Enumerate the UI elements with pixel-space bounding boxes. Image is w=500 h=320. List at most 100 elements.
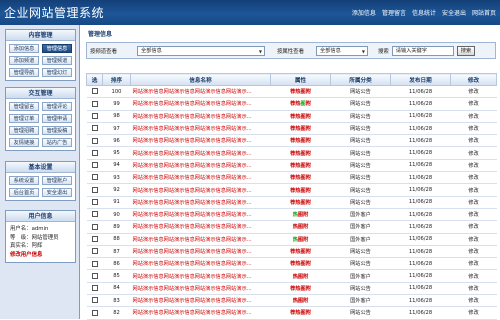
attribute-flag[interactable]: 附 [306, 286, 311, 292]
title-link[interactable]: 网站演示信息网站演示信息网站演示信息网站演示... [130, 282, 271, 296]
attribute-flag[interactable]: 附 [306, 101, 311, 107]
attribute-flag[interactable]: 附 [306, 188, 311, 194]
nav-manage-messages[interactable]: 管理留言 [382, 8, 406, 17]
attribute-flag[interactable]: 附 [306, 151, 311, 157]
channel-select[interactable]: 全部信息 [137, 45, 265, 56]
sidebar-item-button[interactable]: 系统设置 [9, 176, 39, 185]
sidebar-item-button[interactable]: 管理招聘 [9, 126, 39, 135]
title-link[interactable]: 网站演示信息网站演示信息网站演示信息网站演示... [130, 183, 271, 197]
sidebar-item-button[interactable]: 管理幻灯 [42, 68, 72, 77]
title-link[interactable]: 网站演示信息网站演示信息网站演示信息网站演示... [130, 233, 271, 246]
sidebar-item-button[interactable]: 管理导航 [9, 68, 39, 77]
edit-link[interactable]: 修改 [450, 171, 497, 185]
row-checkbox[interactable] [91, 137, 98, 144]
edit-link[interactable]: 修改 [450, 245, 497, 259]
edit-link[interactable]: 修改 [450, 97, 497, 111]
attribute-select[interactable]: 全部信息 [316, 45, 368, 56]
title-link[interactable]: 网站演示信息网站演示信息网站演示信息网站演示... [130, 269, 271, 283]
row-checkbox[interactable] [91, 285, 98, 292]
edit-link[interactable]: 修改 [450, 233, 497, 246]
sidebar-item-button[interactable]: 添加频道 [9, 56, 39, 65]
row-checkbox[interactable] [91, 162, 98, 169]
title-link[interactable]: 网站演示信息网站演示信息网站演示信息网站演示... [130, 171, 271, 185]
row-checkbox[interactable] [91, 88, 98, 95]
edit-link[interactable]: 修改 [450, 294, 497, 308]
sidebar-item-button[interactable]: 管理申请 [42, 114, 72, 123]
row-checkbox[interactable] [91, 260, 98, 267]
edit-link[interactable]: 修改 [450, 183, 497, 197]
attribute-flag[interactable]: 附 [306, 126, 311, 132]
edit-link[interactable]: 修改 [450, 110, 497, 123]
row-checkbox[interactable] [91, 297, 98, 304]
nav-statistics[interactable]: 信息统计 [412, 8, 436, 17]
sidebar-item-button[interactable]: 管理订单 [9, 114, 39, 123]
row-checkbox[interactable] [91, 125, 98, 132]
title-link[interactable]: 网站演示信息网站演示信息网站演示信息网站演示... [130, 122, 271, 136]
edit-link[interactable]: 修改 [450, 269, 497, 283]
row-checkbox[interactable] [91, 186, 98, 193]
edit-link[interactable]: 修改 [450, 220, 497, 234]
attribute-flag[interactable]: 附 [306, 163, 311, 169]
attribute-flag[interactable]: 附 [306, 261, 311, 267]
edit-link[interactable]: 修改 [450, 134, 497, 148]
sidebar-item-button[interactable]: 添加信息 [9, 44, 39, 53]
attribute-flag[interactable]: 附 [306, 175, 311, 181]
attribute-flag[interactable]: 附 [303, 212, 308, 218]
nav-add-info[interactable]: 添加信息 [352, 8, 376, 17]
edit-link[interactable]: 修改 [450, 208, 497, 222]
attribute-flag[interactable]: 附 [303, 298, 308, 304]
attribute-flag[interactable]: 附 [303, 274, 308, 280]
row-checkbox[interactable] [91, 112, 98, 119]
title-link[interactable]: 网站演示信息网站演示信息网站演示信息网站演示... [130, 159, 271, 173]
attribute-flag[interactable]: 附 [306, 114, 311, 120]
title-link[interactable]: 网站演示信息网站演示信息网站演示信息网站演示... [130, 97, 271, 111]
row-checkbox[interactable] [91, 309, 98, 316]
sidebar-item-button[interactable]: 友情链接 [9, 138, 39, 147]
title-link[interactable]: 网站演示信息网站演示信息网站演示信息网站演示... [130, 208, 271, 222]
title-link[interactable]: 网站演示信息网站演示信息网站演示信息网站演示... [130, 306, 271, 320]
sidebar-item-button[interactable]: 管理账户 [42, 176, 72, 185]
attribute-flag[interactable]: 附 [303, 224, 308, 230]
sidebar-item-button[interactable]: 安全退出 [42, 188, 72, 197]
sidebar-item-button[interactable]: 管理信息 [42, 44, 72, 53]
sidebar-item-button[interactable]: 管理频道 [42, 56, 72, 65]
row-checkbox[interactable] [91, 272, 98, 279]
edit-link[interactable]: 修改 [450, 122, 497, 136]
sidebar-item-button[interactable]: 管理投稿 [42, 126, 72, 135]
search-input[interactable]: 请输入关键字 [391, 45, 454, 56]
attribute-flag[interactable]: 附 [306, 89, 311, 95]
edit-link[interactable]: 修改 [450, 257, 497, 271]
attribute-flag[interactable]: 附 [306, 310, 311, 316]
sidebar-item-button[interactable]: 站内广告 [42, 138, 72, 147]
row-checkbox[interactable] [91, 235, 98, 242]
edit-link[interactable]: 修改 [450, 146, 497, 160]
title-link[interactable]: 网站演示信息网站演示信息网站演示信息网站演示... [130, 257, 271, 271]
row-checkbox[interactable] [91, 248, 98, 255]
row-checkbox[interactable] [91, 199, 98, 206]
edit-link[interactable]: 修改 [450, 282, 497, 296]
nav-logout[interactable]: 安全退出 [442, 8, 466, 17]
title-link[interactable]: 网站演示信息网站演示信息网站演示信息网站演示... [130, 134, 271, 148]
row-checkbox[interactable] [91, 174, 98, 181]
title-link[interactable]: 网站演示信息网站演示信息网站演示信息网站演示... [130, 196, 271, 209]
row-checkbox[interactable] [91, 223, 98, 230]
attribute-flag[interactable]: 附 [306, 200, 311, 206]
edit-link[interactable]: 修改 [450, 306, 497, 320]
sidebar-item-button[interactable]: 管理评论 [42, 102, 72, 111]
title-link[interactable]: 网站演示信息网站演示信息网站演示信息网站演示... [130, 110, 271, 123]
title-link[interactable]: 网站演示信息网站演示信息网站演示信息网站演示... [130, 85, 271, 99]
sidebar-item-button[interactable]: 后台首页 [9, 188, 39, 197]
attribute-flag[interactable]: 附 [306, 249, 311, 255]
edit-link[interactable]: 修改 [450, 196, 497, 209]
row-checkbox[interactable] [91, 149, 98, 156]
search-button[interactable]: 搜索 [456, 45, 476, 56]
sidebar-item-button[interactable]: 管理留言 [9, 102, 39, 111]
row-checkbox[interactable] [91, 100, 98, 107]
attribute-flag[interactable]: 附 [303, 237, 308, 243]
nav-site-home[interactable]: 网站首页 [472, 8, 496, 17]
edit-link[interactable]: 修改 [450, 85, 497, 99]
title-link[interactable]: 网站演示信息网站演示信息网站演示信息网站演示... [130, 146, 271, 160]
edit-link[interactable]: 修改 [450, 159, 497, 173]
title-link[interactable]: 网站演示信息网站演示信息网站演示信息网站演示... [130, 294, 271, 308]
title-link[interactable]: 网站演示信息网站演示信息网站演示信息网站演示... [130, 220, 271, 234]
